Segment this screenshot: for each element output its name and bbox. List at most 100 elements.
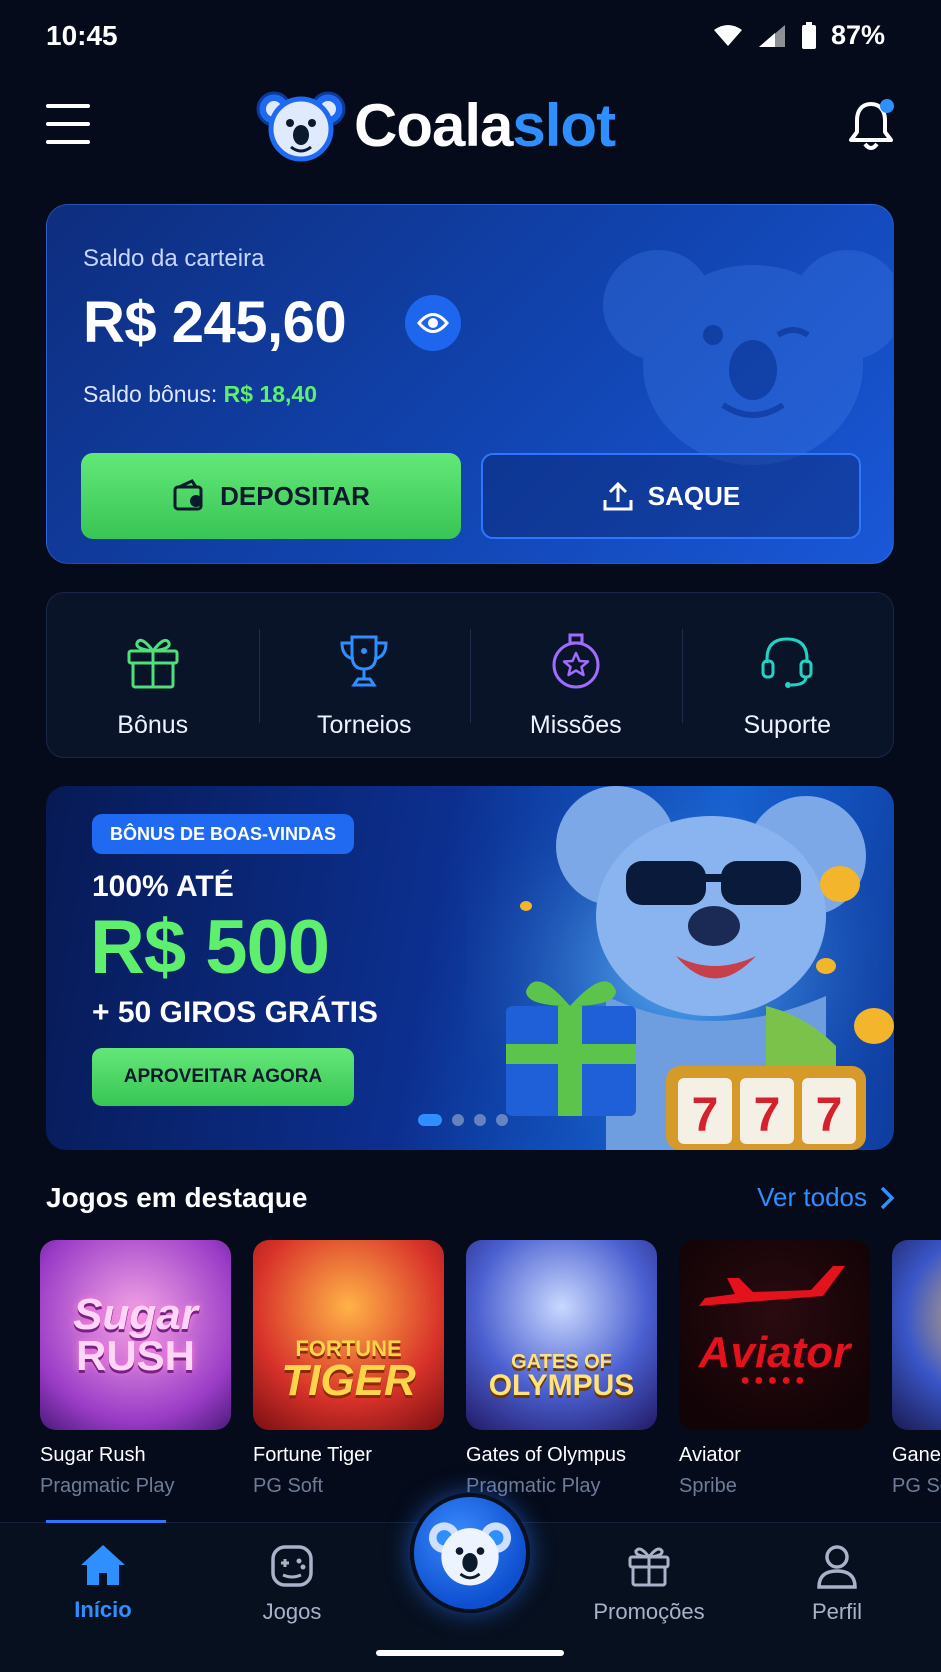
nav-promotions-label: Promoções [593, 1599, 705, 1624]
gift-icon [115, 623, 191, 699]
featured-games-title: Jogos em destaque [46, 1182, 308, 1213]
quick-action-label: Suporte [743, 711, 832, 739]
quick-action-label: Torneios [317, 711, 412, 739]
hamburger-menu-button[interactable] [46, 104, 90, 144]
wallet-balance: R$ 245,60 [83, 290, 347, 355]
withdraw-button[interactable]: SAQUE [481, 453, 861, 539]
notifications-button[interactable] [847, 96, 895, 152]
nav-center-koala-button[interactable] [410, 1493, 530, 1613]
quick-action-support[interactable]: Suporte [681, 593, 894, 757]
wallet-icon [173, 479, 203, 511]
bonus-balance-label: Saldo bônus: [83, 381, 218, 407]
trophy-icon [326, 623, 402, 699]
game-card-fortune-tiger[interactable]: FORTUNE TIGER Fortune Tiger PG Soft [253, 1240, 444, 1500]
chevron-right-icon [880, 1186, 895, 1209]
game-card-aviator[interactable]: Aviator ●●●●● Aviator Spribe [679, 1240, 870, 1500]
koala-logo-icon [256, 91, 346, 162]
game-art-subtitle: RUSH [75, 1331, 195, 1379]
bonus-balance-value: R$ 18,40 [223, 381, 318, 407]
svg-text:7: 7 [754, 1089, 781, 1142]
carousel-dot[interactable] [474, 1114, 486, 1126]
quick-action-label: Bônus [117, 711, 189, 739]
quick-action-missions[interactable]: Missões [470, 593, 682, 757]
game-thumbnail[interactable]: FORTUNE TIGER [253, 1240, 444, 1430]
logo-wordmark: Coalaslot [354, 91, 616, 160]
status-bar: 10:45 87% [0, 0, 941, 74]
wifi-icon [713, 24, 742, 46]
game-provider: Pragmatic Play [40, 1475, 175, 1497]
app-header: Coalaslot [0, 74, 941, 184]
user-icon [817, 1545, 857, 1589]
nav-profile[interactable]: Perfil [767, 1543, 907, 1625]
app-logo: Coalaslot [256, 80, 616, 170]
carousel-dot[interactable] [418, 1114, 442, 1126]
game-controller-icon [271, 1545, 313, 1587]
bell-icon [849, 99, 894, 150]
quick-action-bonus[interactable]: Bônus [47, 593, 259, 757]
logo-text-slot: slot [512, 91, 616, 159]
game-art-title: Aviator [698, 1327, 851, 1377]
game-provider: PG Soft [253, 1475, 324, 1497]
upload-icon [603, 481, 633, 511]
promo-line-1: 100% ATÉ [92, 870, 234, 903]
quick-action-label: Missões [529, 711, 622, 739]
status-icons: 87% [713, 20, 885, 51]
game-thumbnail[interactable]: GATES OF OLYMPUS [466, 1240, 657, 1430]
home-icon [81, 1545, 125, 1585]
battery-icon [801, 21, 816, 49]
nav-games[interactable]: Jogos [222, 1543, 362, 1625]
see-all-link[interactable]: Ver todos [757, 1182, 895, 1213]
headset-icon [749, 623, 825, 699]
game-name: Sugar Rush [40, 1444, 146, 1466]
nav-home-label: Início [74, 1597, 132, 1622]
promo-badge: BÔNUS DE BOAS-VINDAS [92, 814, 355, 854]
promo-amount: R$ 500 [90, 905, 330, 990]
game-provider: Spribe [679, 1475, 737, 1497]
game-provider: PG Soft [892, 1475, 941, 1497]
carousel-dot[interactable] [496, 1114, 508, 1126]
logo-text-coala: Coala [354, 91, 513, 159]
see-all-label: Ver todos [757, 1182, 867, 1212]
game-art-title: Sugar [73, 1290, 198, 1340]
gift-icon [628, 1547, 670, 1587]
game-card-gates-of-olympus[interactable]: GATES OF OLYMPUS Gates of Olympus Pragma… [466, 1240, 657, 1500]
wallet-label: Saldo da carteira [83, 245, 265, 272]
game-thumbnail[interactable]: Sugar RUSH [40, 1240, 231, 1430]
nav-games-label: Jogos [262, 1599, 322, 1624]
game-card-ganesha[interactable]: Ganesha PG Soft [892, 1240, 941, 1500]
carousel-dot[interactable] [452, 1114, 464, 1126]
game-provider: Pragmatic Play [466, 1475, 601, 1497]
game-art-subtitle: TIGER [281, 1355, 416, 1405]
game-name: Aviator [679, 1444, 741, 1466]
svg-text:7: 7 [816, 1089, 843, 1142]
koala-watermark-icon [603, 250, 893, 465]
status-time: 10:45 [46, 20, 118, 51]
game-name: Gates of Olympus [466, 1444, 627, 1466]
featured-games-list: Sugar RUSH Sugar Rush Pragmatic Play FOR… [40, 1240, 941, 1500]
deposit-label: DEPOSITAR [220, 480, 370, 511]
medal-star-icon [538, 623, 614, 699]
welcome-bonus-banner[interactable]: 7 7 7 BÔNUS DE BOAS-VINDAS 100% ATÉ R$ 5… [46, 786, 894, 1150]
game-card-sugar-rush[interactable]: Sugar RUSH Sugar Rush Pragmatic Play [40, 1240, 231, 1500]
nav-promotions[interactable]: Promoções [579, 1543, 719, 1625]
withdraw-label: SAQUE [647, 480, 741, 511]
koala-logo-icon [428, 1522, 512, 1586]
bonus-balance: Saldo bônus: R$ 18,40 [83, 381, 317, 408]
svg-text:7: 7 [692, 1089, 719, 1142]
game-art-subtitle: OLYMPUS [488, 1369, 635, 1403]
game-thumbnail[interactable] [892, 1240, 941, 1430]
nav-profile-label: Perfil [811, 1599, 863, 1624]
battery-percentage: 87% [830, 20, 885, 50]
wallet-card: Saldo da carteira R$ 245,60 Saldo bônus:… [46, 204, 894, 564]
home-indicator-bar[interactable] [376, 1650, 564, 1656]
deposit-button[interactable]: DEPOSITAR [81, 453, 461, 539]
koala-gift-slot-illustration-icon: 7 7 7 [466, 786, 894, 1150]
promo-line-3: + 50 GIROS GRÁTIS [92, 996, 378, 1029]
game-name: Ganesha [892, 1444, 941, 1466]
game-thumbnail[interactable]: Aviator ●●●●● [679, 1240, 870, 1430]
quick-action-tournaments[interactable]: Torneios [258, 593, 471, 757]
active-tab-indicator [46, 1520, 166, 1523]
nav-home[interactable]: Início [33, 1543, 173, 1623]
claim-bonus-button[interactable]: APROVEITAR AGORA [92, 1048, 354, 1106]
toggle-balance-visibility-button[interactable] [405, 295, 461, 351]
